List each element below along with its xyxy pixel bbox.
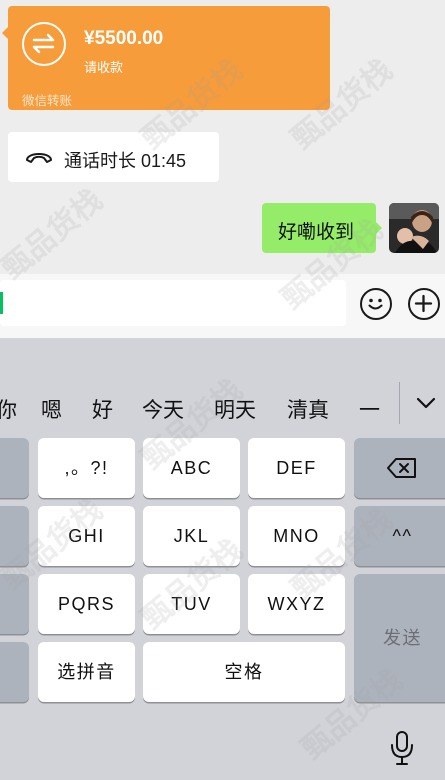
- input-bar: [0, 274, 445, 338]
- left-column-key[interactable]: [0, 642, 29, 702]
- text-cursor: [0, 292, 3, 314]
- mno-key[interactable]: MNO: [248, 506, 345, 566]
- select-pinyin-key[interactable]: 选拼音: [38, 642, 135, 702]
- call-record-bubble[interactable]: 通话时长 01:45: [8, 132, 219, 182]
- plus-icon: [414, 294, 433, 313]
- key-label: ,。?!: [64, 458, 109, 478]
- punctuation-key[interactable]: ,。?!: [38, 438, 135, 498]
- backspace-icon: [387, 458, 416, 478]
- candidate-word[interactable]: 嗯: [41, 394, 62, 424]
- call-duration: 通话时长 01:45: [64, 151, 187, 171]
- key-label: DEF: [276, 458, 317, 478]
- abc-key[interactable]: ABC: [143, 438, 240, 498]
- keyboard: 你 嗯 好 今天 明天 清真 一 ,。?! ABC DEF GHI JKL MN…: [0, 338, 445, 780]
- more-button[interactable]: [408, 288, 440, 320]
- key-label: WXYZ: [267, 594, 326, 614]
- avatar[interactable]: [389, 203, 439, 253]
- key-label: PQRS: [57, 594, 115, 614]
- candidate-word[interactable]: 好: [92, 394, 113, 424]
- smiley-icon: [368, 298, 383, 310]
- tuv-key[interactable]: TUV: [143, 574, 240, 634]
- wxyz-key[interactable]: WXYZ: [248, 574, 345, 634]
- message-input[interactable]: [0, 280, 346, 326]
- key-label: JKL: [173, 526, 210, 546]
- key-label: TUV: [171, 594, 212, 614]
- key-label: GHI: [68, 526, 105, 546]
- candidate-divider: [399, 382, 400, 424]
- def-key[interactable]: DEF: [248, 438, 345, 498]
- transfer-arrows-icon: [22, 22, 66, 66]
- ghi-key[interactable]: GHI: [38, 506, 135, 566]
- send-key[interactable]: 发送: [354, 574, 445, 702]
- candidate-word[interactable]: 一: [359, 394, 380, 424]
- jkl-key[interactable]: JKL: [143, 506, 240, 566]
- left-column-key[interactable]: [0, 438, 29, 498]
- emoticon-key[interactable]: ^^: [354, 506, 445, 566]
- microphone-icon[interactable]: [389, 728, 415, 768]
- key-label: 发送: [383, 628, 422, 648]
- candidate-word[interactable]: 今天: [142, 394, 184, 424]
- message-text: 好嘞收到: [278, 222, 355, 243]
- left-column-key[interactable]: [0, 574, 29, 634]
- backspace-key[interactable]: [354, 438, 445, 498]
- phone-icon: [26, 153, 52, 163]
- transfer-status: 请收款: [84, 60, 124, 75]
- candidate-word[interactable]: 你: [0, 394, 17, 424]
- key-label: 空格: [224, 662, 264, 682]
- key-label: MNO: [273, 526, 320, 546]
- left-column-key[interactable]: [0, 506, 29, 566]
- transfer-amount: ¥5500.00: [84, 28, 164, 49]
- chevron-down-icon[interactable]: [416, 396, 436, 410]
- sent-message-bubble[interactable]: 好嘞收到: [262, 203, 382, 253]
- space-key[interactable]: 空格: [143, 642, 345, 702]
- candidate-word[interactable]: 清真: [287, 394, 329, 424]
- key-label: ABC: [170, 458, 213, 478]
- chat-area: ¥5500.00 请收款 微信转账 通话时长 01:45 好嘞收到: [0, 0, 445, 280]
- candidate-word[interactable]: 明天: [214, 394, 256, 424]
- transfer-label: 微信转账: [22, 94, 73, 108]
- key-label: ^^: [392, 526, 413, 546]
- pqrs-key[interactable]: PQRS: [38, 574, 135, 634]
- key-label: 选拼音: [57, 662, 116, 682]
- emoji-button[interactable]: [360, 288, 392, 320]
- transfer-card[interactable]: ¥5500.00 请收款 微信转账: [2, 6, 330, 110]
